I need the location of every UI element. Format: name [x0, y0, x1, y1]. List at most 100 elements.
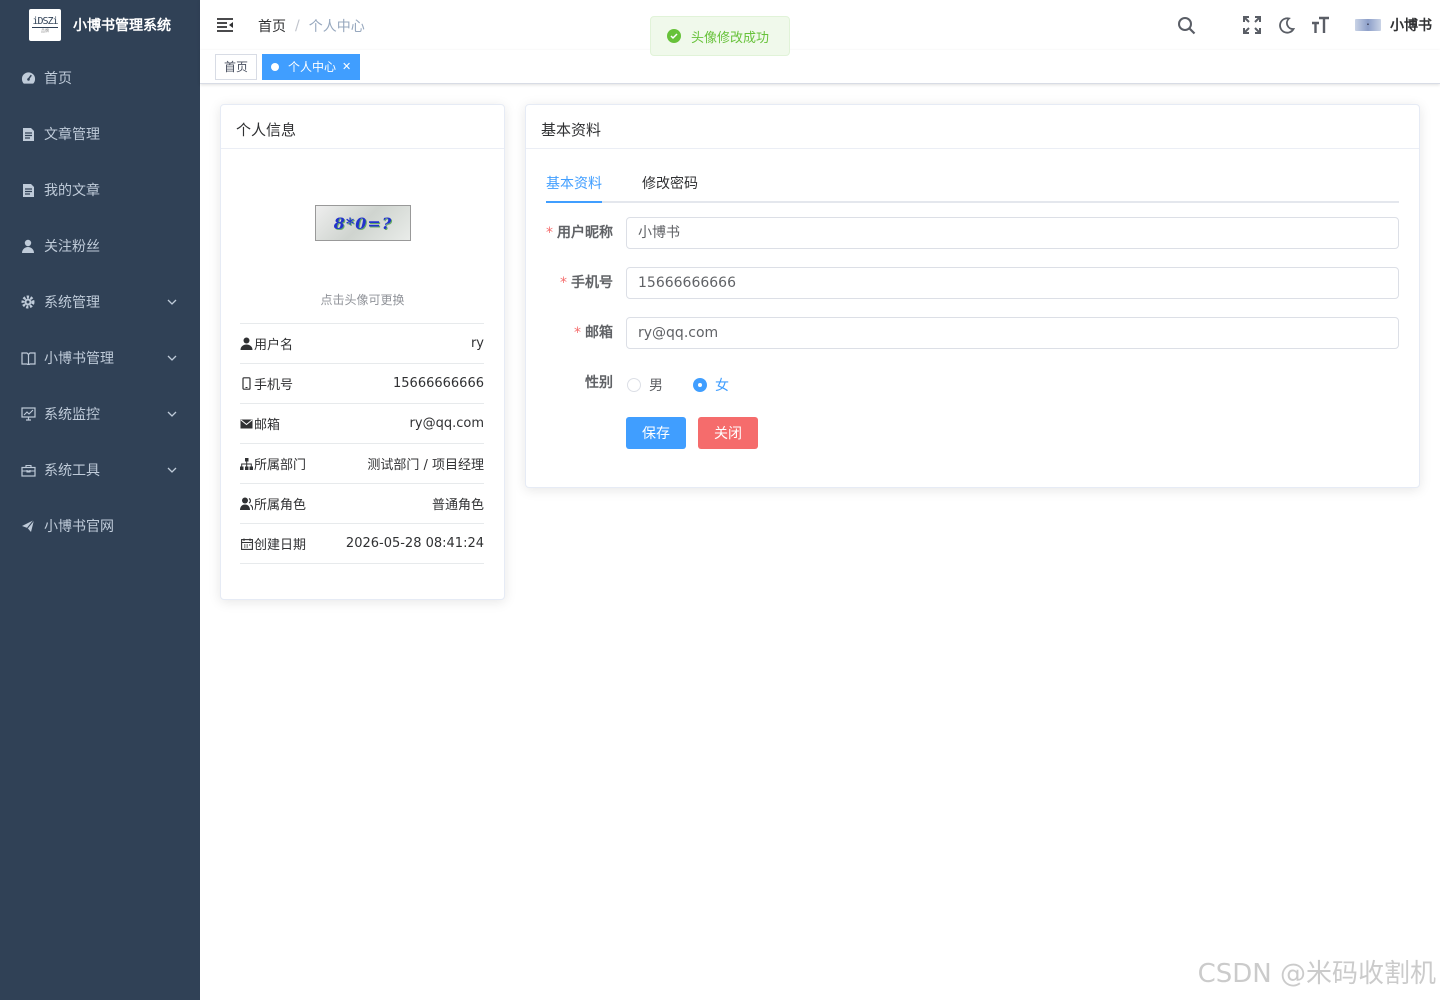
monitor-icon: [20, 406, 36, 422]
sidebar-item-my-articles[interactable]: 我的文章: [0, 162, 200, 218]
radio-circle: [693, 378, 707, 392]
sidebar-item-label: 系统监控: [44, 407, 100, 423]
chevron-down-icon: [167, 299, 177, 305]
info-label: 手机号: [254, 378, 294, 393]
card-title: 个人信息: [221, 105, 504, 149]
moon-icon[interactable]: [1276, 15, 1296, 35]
list-item: 手机号 15666666666: [240, 364, 484, 404]
chevron-down-icon: [167, 355, 177, 361]
sidebar-item-label: 系统管理: [44, 295, 100, 311]
tag-home[interactable]: 首页: [215, 54, 258, 80]
close-icon[interactable]: ✕: [342, 55, 351, 79]
info-value: 15666666666: [393, 376, 484, 391]
message-text: 头像修改成功: [691, 30, 770, 46]
logo-row[interactable]: iDSZi 品牌 小博书管理系统: [0, 0, 200, 50]
header-tools: • 小博书: [1176, 0, 1440, 50]
profile-card: 个人信息 8*0=? 点击头像可更换 用户名 ry 手机号 1566666666…: [220, 104, 505, 600]
watermark: CSDN @米码收割机: [1197, 959, 1436, 989]
radio-circle: [627, 378, 641, 392]
peoples-icon: [240, 497, 253, 510]
sidebar-item-xbs[interactable]: 小博书管理: [0, 330, 200, 386]
success-icon: [667, 29, 681, 43]
sidebar-item-tools[interactable]: 系统工具: [0, 442, 200, 498]
navbar: 首页 / 个人中心 • 小博书: [200, 0, 1440, 50]
info-label: 邮箱: [254, 418, 281, 433]
sidebar-item-articles[interactable]: 文章管理: [0, 106, 200, 162]
user-name[interactable]: 小博书: [1390, 15, 1432, 35]
dashboard-icon: [20, 70, 36, 86]
toolbox-icon: [20, 462, 36, 478]
sidebar-item-monitor[interactable]: 系统监控: [0, 386, 200, 442]
send-icon: [20, 518, 36, 534]
active-dot-icon: [271, 63, 279, 71]
avatar-hint: 点击头像可更换: [320, 293, 405, 307]
tab-bar: 基本资料 修改密码: [546, 175, 1399, 203]
sidebar-item-followers[interactable]: 关注粉丝: [0, 218, 200, 274]
sidebar: iDSZi 品牌 小博书管理系统 首页 文章管理 我的文章 关注粉丝 系统管理: [0, 0, 200, 1000]
form-row-actions: 保存 关闭: [526, 417, 1419, 449]
list-item: 所属角色 普通角色: [240, 484, 484, 524]
form-label: 性别: [585, 375, 613, 391]
fullscreen-icon[interactable]: [1242, 15, 1262, 35]
sidebar-item-home[interactable]: 首页: [0, 50, 200, 106]
list-item: 邮箱 ry@qq.com: [240, 404, 484, 444]
sidebar-item-label: 文章管理: [44, 127, 100, 143]
tree-icon: [240, 457, 253, 470]
gender-radio-male[interactable]: 男: [627, 375, 663, 395]
chevron-down-icon: [167, 467, 177, 473]
date-icon: [240, 537, 253, 550]
tags-view: 首页 个人中心 ✕: [200, 50, 1440, 84]
tab-change-password[interactable]: 修改密码: [642, 175, 698, 203]
gender-radio-female[interactable]: 女: [693, 375, 729, 395]
chevron-down-icon: [167, 411, 177, 417]
radio-label: 男: [649, 378, 663, 394]
sidebar-item-website[interactable]: 小博书官网: [0, 498, 200, 554]
hamburger-icon[interactable]: [216, 16, 234, 34]
sidebar-item-label: 我的文章: [44, 183, 100, 199]
info-value: 普通角色: [431, 498, 484, 513]
mail-icon: [240, 417, 253, 430]
sidebar-item-label: 小博书管理: [44, 351, 114, 367]
info-value: ry: [470, 336, 484, 351]
form-label: * 用户昵称: [546, 225, 613, 241]
info-label: 所属部门: [254, 458, 307, 473]
sidebar-item-label: 首页: [44, 71, 72, 87]
gear-icon: [20, 294, 36, 310]
phone-input[interactable]: 15666666666: [626, 267, 1399, 299]
info-value: 2026-05-28 08:41:24: [345, 536, 484, 551]
card-title: 基本资料: [526, 105, 1419, 149]
email-input[interactable]: ry@qq.com: [626, 317, 1399, 349]
user-avatar[interactable]: 8*0=?: [315, 205, 411, 241]
sidebar-item-label: 系统工具: [44, 463, 100, 479]
app-title: 小博书管理系统: [73, 18, 171, 34]
form-row-nickname: * 用户昵称 小博书: [526, 217, 1419, 249]
breadcrumb-current: 个人中心: [308, 19, 365, 35]
logo-subtext: 品牌: [41, 28, 49, 33]
sidebar-item-system[interactable]: 系统管理: [0, 274, 200, 330]
basic-info-card: 基本资料 基本资料 修改密码 * 用户昵称 小博书 * 手机号 1566666666…: [525, 104, 1420, 488]
info-value: ry@qq.com: [409, 416, 484, 431]
document-icon: [20, 182, 36, 198]
search-icon[interactable]: [1176, 15, 1196, 35]
avatar[interactable]: •: [1355, 19, 1381, 31]
form-row-phone: * 手机号 15666666666: [526, 267, 1419, 299]
info-label: 所属角色: [254, 498, 307, 513]
breadcrumb-home[interactable]: 首页: [258, 16, 286, 36]
logo-image: iDSZi 品牌: [29, 9, 61, 41]
avatar-text: 8*0=?: [333, 213, 393, 233]
close-button[interactable]: 关闭: [698, 417, 758, 449]
list-item: 所属部门 测试部门 / 项目经理: [240, 444, 484, 484]
save-button[interactable]: 保存: [626, 417, 686, 449]
form-row-gender: 性别 男 女: [526, 367, 1419, 399]
breadcrumb-separator: /: [295, 18, 300, 34]
radio-label: 女: [715, 378, 729, 394]
info-list: 用户名 ry 手机号 15666666666 邮箱 ry@qq.com 所属部门…: [240, 323, 484, 564]
book-icon: [20, 350, 36, 366]
form-row-email: * 邮箱 ry@qq.com: [526, 317, 1419, 349]
tab-basic-info[interactable]: 基本资料: [546, 175, 602, 203]
tag-profile[interactable]: 个人中心 ✕: [262, 54, 361, 80]
user-icon: [240, 337, 253, 350]
success-message: 头像修改成功: [650, 16, 790, 56]
nickname-input[interactable]: 小博书: [626, 217, 1399, 249]
font-size-icon[interactable]: [1310, 15, 1330, 35]
